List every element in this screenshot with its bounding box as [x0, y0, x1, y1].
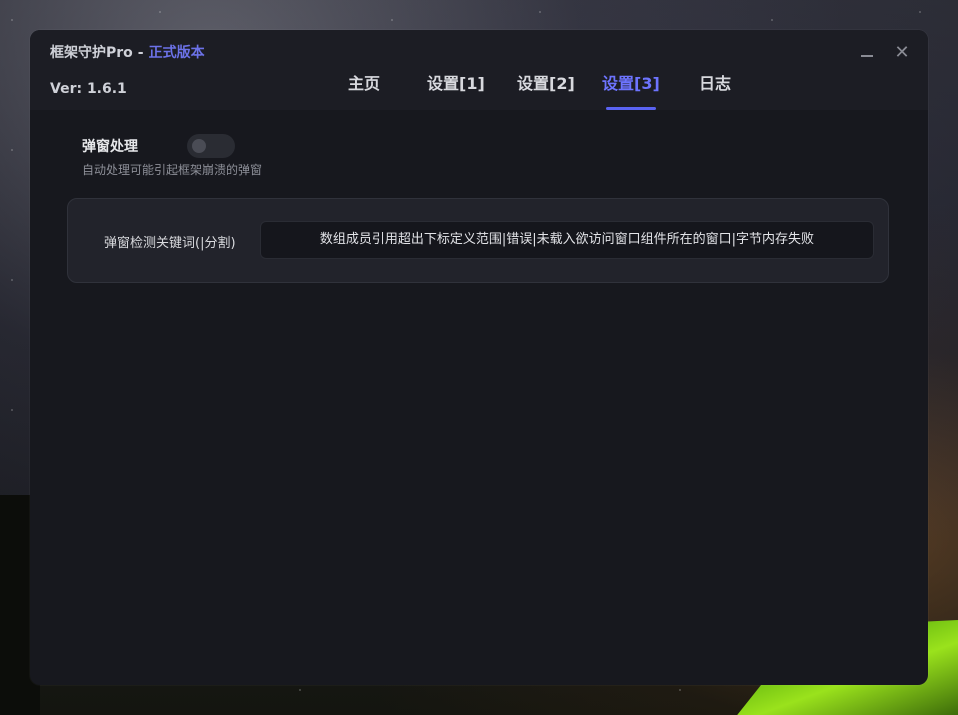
keyword-label: 弹窗检测关键词(|分割) — [104, 236, 236, 251]
tab-log[interactable]: 日志 — [699, 70, 731, 94]
keyword-panel: 弹窗检测关键词(|分割) 数组成员引用超出下标定义范围|错误|未载入欲访问窗口组… — [67, 198, 889, 283]
app-window: 框架守护Pro - 正式版本 Ver: 1.6.1 主页 设置[1] 设置[2] 设… — [30, 30, 928, 685]
close-button[interactable]: ✕ — [893, 44, 911, 62]
tab-home[interactable]: 主页 — [348, 70, 380, 94]
popup-handling-toggle[interactable] — [187, 134, 235, 158]
tab-settings-3[interactable]: 设置[3] — [602, 70, 660, 94]
tab-settings-2[interactable]: 设置[2] — [517, 70, 575, 94]
minimize-button[interactable] — [858, 44, 876, 62]
close-icon: ✕ — [894, 42, 910, 63]
title-bar[interactable]: 框架守护Pro - 正式版本 Ver: 1.6.1 主页 设置[1] 设置[2] 设… — [30, 30, 928, 110]
popup-handling-description: 自动处理可能引起框架崩溃的弹窗 — [82, 163, 263, 177]
tab-settings-1[interactable]: 设置[1] — [427, 70, 485, 94]
active-tab-indicator — [606, 107, 656, 110]
toggle-knob — [192, 139, 206, 153]
tab-bar: 主页 设置[1] 设置[2] 设置[3] 日志 — [30, 30, 928, 110]
popup-handling-title: 弹窗处理 — [82, 139, 138, 155]
keyword-input[interactable]: 数组成员引用超出下标定义范围|错误|未载入欲访问窗口组件所在的窗口|字节内存失败 — [260, 221, 874, 259]
